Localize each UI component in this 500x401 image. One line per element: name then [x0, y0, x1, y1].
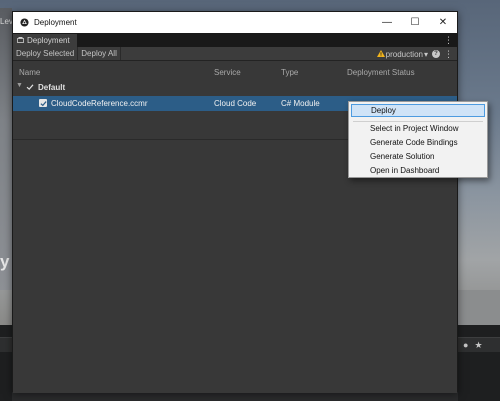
window-title: Deployment	[34, 18, 77, 27]
star-icon[interactable]: ★	[474, 340, 482, 351]
column-name[interactable]: Name	[19, 68, 40, 77]
item-type: C# Module	[281, 99, 320, 108]
column-header: Name Service Type Deployment Status	[13, 65, 457, 79]
deployment-window: Deployment — ☐ ✕ Deployment ⋮ Deploy Sel…	[12, 11, 458, 393]
cloud-icon	[17, 36, 24, 45]
maximize-button[interactable]: ☐	[401, 12, 429, 33]
row-checkbox[interactable]	[39, 99, 47, 107]
deploy-all-button[interactable]: Deploy All	[78, 47, 121, 60]
context-menu: Deploy Select in Project Window Generate…	[348, 101, 488, 178]
warning-icon	[376, 49, 385, 59]
menu-item-deploy[interactable]: Deploy	[351, 104, 485, 117]
menu-item-select-in-project[interactable]: Select in Project Window	[351, 122, 485, 135]
deploy-selected-button[interactable]: Deploy Selected	[13, 47, 79, 60]
fold-arrow-icon[interactable]: ▼	[16, 82, 23, 89]
column-status[interactable]: Deployment Status	[347, 68, 415, 77]
toolbar-right: production ▾ ? ⋮	[376, 47, 457, 61]
unity-logo-icon	[19, 18, 29, 28]
window-controls: — ☐ ✕	[373, 12, 457, 33]
menu-item-generate-code-bindings[interactable]: Generate Code Bindings	[351, 136, 485, 149]
group-row-default[interactable]: ▼ Default	[13, 81, 457, 94]
tab-deployment[interactable]: Deployment	[13, 34, 77, 47]
kebab-menu-icon[interactable]: ⋮	[444, 49, 453, 60]
kebab-menu-icon[interactable]: ⋮	[444, 34, 453, 46]
column-type[interactable]: Type	[281, 68, 298, 77]
background-status-icons: ● ★	[463, 340, 483, 351]
group-checkbox[interactable]	[26, 83, 34, 91]
title-bar[interactable]: Deployment — ☐ ✕	[13, 12, 457, 33]
item-service: Cloud Code	[214, 99, 257, 108]
toolbar: Deploy Selected Deploy All production ▾ …	[13, 47, 457, 61]
background-strip	[458, 290, 500, 325]
group-name: Default	[38, 83, 66, 92]
tab-label: Deployment	[27, 36, 70, 45]
info-icon[interactable]: ●	[463, 340, 468, 351]
column-service[interactable]: Service	[214, 68, 241, 77]
environment-dropdown[interactable]: production ▾	[376, 49, 428, 59]
menu-item-open-dashboard[interactable]: Open in Dashboard	[351, 164, 485, 177]
item-name: CloudCodeReference.ccmr	[51, 99, 148, 108]
chevron-down-icon: ▾	[423, 49, 428, 59]
help-icon[interactable]: ?	[432, 50, 440, 58]
background-label: Lev	[0, 17, 13, 26]
minimize-button[interactable]: —	[373, 12, 401, 33]
environment-label: production	[385, 49, 423, 59]
close-button[interactable]: ✕	[429, 12, 457, 33]
background-big-text: y	[0, 252, 10, 271]
tab-strip: Deployment ⋮	[13, 33, 457, 47]
background-editor-panel	[0, 8, 12, 290]
menu-item-generate-solution[interactable]: Generate Solution	[351, 150, 485, 163]
